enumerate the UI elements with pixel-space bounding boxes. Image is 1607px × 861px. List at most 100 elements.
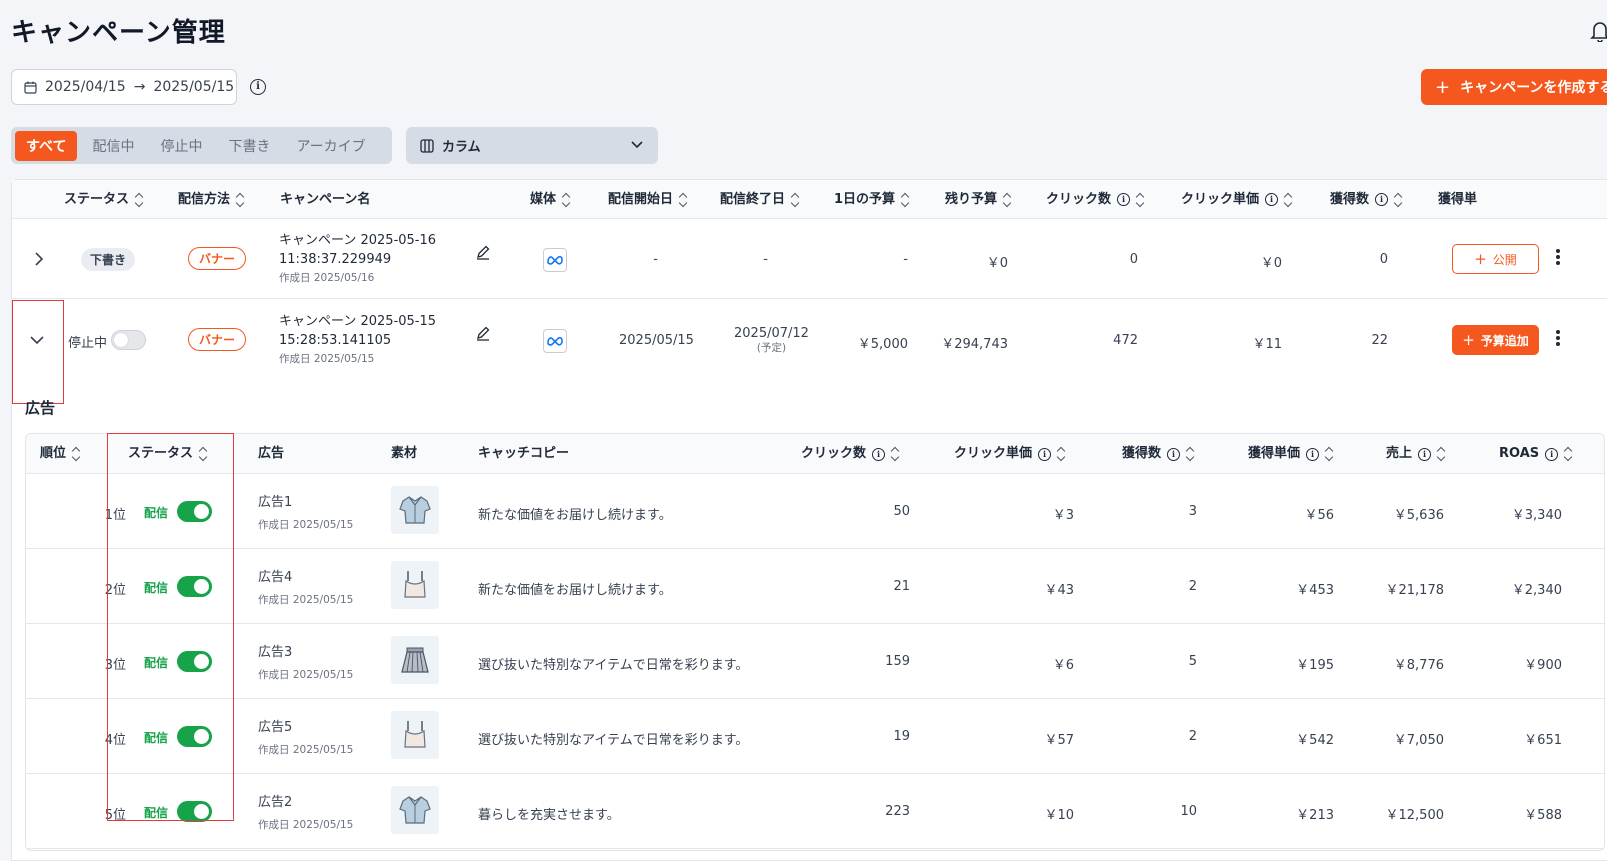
- arrow-right-icon: →: [133, 79, 146, 95]
- page-title: キャンペーン管理: [11, 18, 226, 48]
- ad-clicks: 21: [893, 579, 910, 594]
- info-icon[interactable]: i: [250, 79, 266, 95]
- pencil-icon[interactable]: [475, 325, 491, 341]
- ad-row: 4位 配信 広告5 作成日 2025/05/15 選び抜いた特別なアイテムで日常を…: [26, 699, 1604, 774]
- tab-stopped[interactable]: 停止中: [149, 131, 213, 161]
- col-name: キャンペーン名: [280, 192, 371, 207]
- sort-icon: [1186, 447, 1195, 461]
- column-select[interactable]: カラム: [406, 127, 658, 164]
- add-budget-button[interactable]: + 予算追加: [1452, 325, 1539, 355]
- conversions: 0: [1379, 252, 1388, 267]
- col-roas[interactable]: ROAS i: [1499, 434, 1573, 474]
- ad-conversions: 5: [1188, 654, 1197, 669]
- ad-cpc: ￥3: [1052, 508, 1074, 523]
- method-badge: バナー: [188, 328, 247, 351]
- ad-conversions: 3: [1188, 504, 1197, 519]
- campaign-row: 下書き バナー キャンペーン 2025-05-16 11:38:37.22994…: [12, 219, 1607, 299]
- chevron-right-icon[interactable]: [34, 252, 44, 266]
- col-ad-clicks[interactable]: クリック数 i: [801, 434, 900, 474]
- camisole-icon[interactable]: [391, 711, 439, 759]
- col-ad-conversions[interactable]: 獲得数 i: [1122, 434, 1195, 474]
- campaign-row: 停止中 バナー キャンペーン 2025-05-15 15:28:53.14110…: [12, 300, 1607, 380]
- ad-name[interactable]: 広告5 作成日 2025/05/15: [258, 717, 353, 761]
- date-end: 2025/05/15: [153, 79, 235, 95]
- ad-row: 1位 配信 広告1 作成日 2025/05/15 新たな価値をお届けし続けます。 …: [26, 474, 1604, 549]
- info-icon[interactable]: i: [872, 447, 886, 461]
- status-badge: 下書き: [81, 248, 136, 271]
- sort-icon: [891, 447, 900, 461]
- more-icon[interactable]: [1556, 328, 1560, 348]
- date-range-picker[interactable]: 2025/04/15 → 2025/05/15: [11, 69, 237, 105]
- info-icon[interactable]: i: [1306, 447, 1320, 461]
- sort-icon: [135, 193, 144, 207]
- col-media[interactable]: 媒体: [530, 180, 571, 219]
- bell-icon[interactable]: [1590, 20, 1607, 42]
- sort-icon: [1437, 447, 1446, 461]
- pencil-icon[interactable]: [475, 244, 491, 260]
- ad-row: 5位 配信 広告2 作成日 2025/05/15 暮らしを充実させます。 223 …: [26, 774, 1604, 849]
- info-icon[interactable]: i: [1167, 447, 1181, 461]
- ad-copy: 選び抜いた特別なアイテムで日常を彩ります。: [478, 658, 749, 673]
- remaining-budget: ￥0: [986, 256, 1008, 271]
- ad-cpa: ￥56: [1304, 508, 1334, 523]
- col-status[interactable]: ステータス: [64, 180, 144, 219]
- info-icon[interactable]: i: [1117, 193, 1131, 206]
- ad-clicks: 19: [893, 729, 910, 744]
- col-method[interactable]: 配信方法: [178, 180, 245, 219]
- start-date: 2025/05/15: [619, 333, 694, 348]
- campaign-toggle[interactable]: [111, 330, 146, 350]
- ads-table: 順位 ステータス 広告 素材 キャッチコピー クリック数 i クリック単価 i 獲得…: [25, 433, 1605, 851]
- ad-copy: 新たな価値をお届けし続けます。: [478, 583, 672, 598]
- skirt-icon[interactable]: [391, 636, 439, 684]
- ad-name[interactable]: 広告2 作成日 2025/05/15: [258, 792, 353, 836]
- remaining-budget: ￥294,743: [941, 337, 1008, 352]
- sort-icon: [1284, 193, 1293, 207]
- info-icon[interactable]: i: [1375, 193, 1389, 206]
- col-start[interactable]: 配信開始日: [608, 180, 688, 219]
- ad-name[interactable]: 広告1 作成日 2025/05/15: [258, 492, 353, 536]
- ad-sales: ￥8,776: [1393, 658, 1444, 673]
- shirt-icon[interactable]: [391, 486, 439, 534]
- tab-archive[interactable]: アーカイブ: [285, 131, 376, 161]
- plus-icon: +: [1474, 250, 1487, 268]
- col-ad-cpc[interactable]: クリック単価 i: [954, 434, 1066, 474]
- info-icon[interactable]: i: [1545, 447, 1559, 461]
- sort-icon: [1564, 447, 1573, 461]
- campaign-table-header: ステータス 配信方法 キャンペーン名 媒体 配信開始日 配信終了日 1日の予算 …: [12, 180, 1607, 219]
- info-icon[interactable]: i: [1265, 193, 1279, 206]
- col-clicks[interactable]: クリック数 i: [1046, 180, 1145, 219]
- status-label: 停止中: [68, 336, 108, 351]
- create-campaign-button[interactable]: + キャンペーンを作成する: [1421, 69, 1607, 105]
- ad-sales: ￥21,178: [1385, 583, 1445, 598]
- campaign-name[interactable]: キャンペーン 2025-05-16 11:38:37.229949 作成日 20…: [279, 231, 436, 288]
- camisole-icon[interactable]: [391, 561, 439, 609]
- ad-conversions: 2: [1188, 729, 1197, 744]
- info-icon[interactable]: i: [1418, 447, 1432, 461]
- chevron-down-icon: [631, 141, 643, 149]
- ad-copy: 選び抜いた特別なアイテムで日常を彩ります。: [478, 733, 749, 748]
- col-end[interactable]: 配信終了日: [720, 180, 800, 219]
- col-copy: キャッチコピー: [478, 446, 570, 461]
- col-daily-budget[interactable]: 1日の予算: [834, 180, 910, 219]
- campaign-name[interactable]: キャンペーン 2025-05-15 15:28:53.141105 作成日 20…: [279, 312, 436, 369]
- publish-button[interactable]: + 公開: [1452, 244, 1539, 274]
- ad-sales: ￥7,050: [1393, 733, 1444, 748]
- tab-draft[interactable]: 下書き: [217, 131, 281, 161]
- daily-budget: -: [903, 252, 908, 267]
- more-icon[interactable]: [1556, 247, 1560, 267]
- end-date: -: [763, 252, 768, 267]
- ad-name[interactable]: 広告3 作成日 2025/05/15: [258, 642, 353, 686]
- col-ad-cpa[interactable]: 獲得単価 i: [1248, 434, 1334, 474]
- ad-name[interactable]: 広告4 作成日 2025/05/15: [258, 567, 353, 611]
- tab-all[interactable]: すべて: [15, 130, 78, 161]
- highlight-box: [12, 300, 64, 404]
- col-rank[interactable]: 順位: [40, 434, 81, 474]
- col-cpc[interactable]: クリック単価 i: [1181, 180, 1293, 219]
- tab-live[interactable]: 配信中: [81, 131, 145, 161]
- columns-icon: [420, 138, 434, 153]
- info-icon[interactable]: i: [1038, 447, 1052, 461]
- col-conversions[interactable]: 獲得数 i: [1330, 180, 1403, 219]
- col-remaining[interactable]: 残り予算: [945, 180, 1012, 219]
- col-sales[interactable]: 売上 i: [1386, 434, 1446, 474]
- shirt-icon[interactable]: [391, 786, 439, 834]
